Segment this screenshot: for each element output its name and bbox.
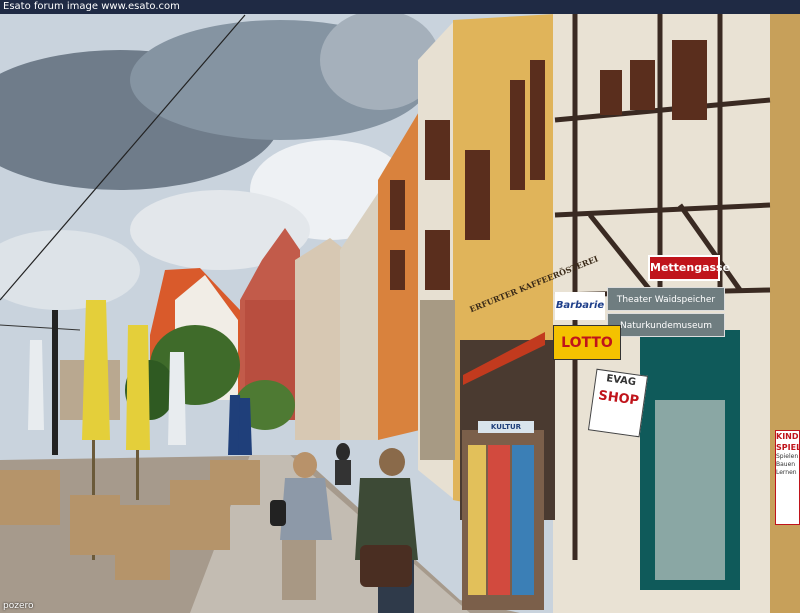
postcard-rack — [462, 430, 544, 610]
kultur-label: KULTUR — [490, 423, 522, 431]
kultur-sign: KULTUR — [478, 421, 534, 433]
street-photo: Mettengasse Theater Waidspeicher Naturku… — [0, 0, 800, 613]
naturkunde-label: Naturkundemuseum — [620, 321, 712, 331]
watermark-text: Esato forum image www.esato.com — [3, 1, 180, 12]
lotto-sign: LOTTO — [553, 325, 621, 360]
theater-sign: Theater Waidspeicher — [607, 287, 725, 311]
naturkunde-sign: Naturkundemuseum — [607, 313, 725, 337]
kinder-label-1: KINDER — [776, 432, 799, 441]
lamp-post — [52, 310, 58, 455]
theater-label: Theater Waidspeicher — [616, 295, 716, 305]
kinder-label-2: SPIEL — [776, 443, 800, 452]
kinder-label-3: Spielen Bauen Lernen — [776, 453, 799, 476]
evag-shop-sign: EVAG SHOP — [587, 368, 649, 438]
photo-credit: pozero — [3, 601, 34, 611]
barbarie-label: Barbarie — [555, 300, 605, 311]
kinder-poster: KINDER SPIEL Spielen Bauen Lernen — [775, 430, 800, 525]
mettengasse-label: Mettengasse — [650, 261, 731, 274]
lotto-label: LOTTO — [561, 335, 613, 351]
barbarie-sign: Barbarie — [555, 292, 605, 320]
watermark-banner: Esato forum image www.esato.com — [0, 0, 800, 14]
credit-text: pozero — [3, 601, 34, 611]
mettengasse-sign: Mettengasse — [648, 255, 730, 281]
